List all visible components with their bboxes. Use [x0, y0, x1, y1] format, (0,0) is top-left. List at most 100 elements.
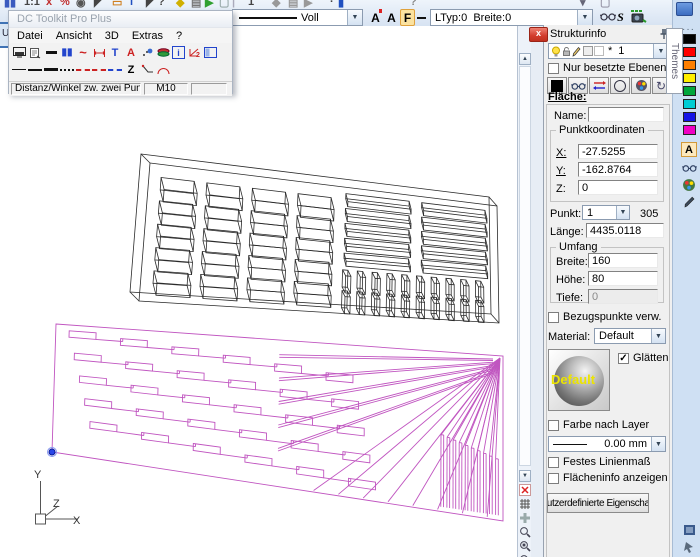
farbe-nach-layer-checkbox[interactable] [548, 420, 559, 431]
dimension-icon[interactable] [92, 46, 106, 60]
linestyle-thick-icon[interactable] [44, 68, 58, 71]
strip-extra-button-1[interactable] [681, 522, 697, 537]
workspace-icon[interactable] [676, 2, 693, 16]
line-icon[interactable] [417, 17, 426, 19]
view-dropdown-button[interactable]: ▼ [519, 470, 531, 482]
canvas-scrollbar[interactable]: ▲ ▼ [517, 26, 531, 557]
swap-direction-button[interactable] [589, 77, 609, 94]
material-sphere-label: Default [551, 372, 595, 387]
font-bigger-button[interactable]: A [368, 9, 383, 26]
clipped-icon: · [330, 0, 334, 8]
chevron-down-icon[interactable]: ▼ [616, 206, 629, 219]
page-icon[interactable] [28, 46, 42, 60]
parallel-lines-icon[interactable]: ▮▮ [60, 46, 74, 60]
palette-swatch[interactable] [683, 47, 696, 57]
arc-icon[interactable] [156, 63, 170, 77]
palette-swatch[interactable] [683, 73, 696, 83]
palette-swatch[interactable] [683, 112, 696, 122]
layers-disc-icon[interactable] [156, 46, 170, 60]
delete-view-icon[interactable] [519, 484, 531, 499]
scroll-up-button[interactable]: ▲ [519, 53, 531, 65]
window-title[interactable]: DC Toolkit Pro Plus [9, 11, 232, 28]
palette-swatch[interactable] [683, 125, 696, 135]
z-order-icon[interactable]: Z [124, 63, 138, 77]
name-input[interactable] [588, 107, 664, 122]
custom-properties-button[interactable]: enutzerdefinierte Eigenschafte [547, 493, 649, 513]
glaetten-checkbox[interactable]: ✓ [618, 353, 629, 364]
info-icon[interactable]: i [172, 46, 185, 59]
color-sphere-button[interactable] [631, 77, 651, 94]
pencil-icon [572, 46, 581, 57]
chevron-down-icon[interactable]: ▼ [347, 10, 362, 25]
only-occupied-checkbox[interactable] [548, 63, 559, 74]
scrollbar-track[interactable] [519, 66, 531, 466]
y-input[interactable]: -162.8764 [578, 162, 658, 177]
annotation-tool-icon[interactable]: A [124, 46, 138, 60]
menu-help[interactable]: ? [176, 30, 182, 42]
palette-swatch[interactable] [683, 86, 696, 96]
menu-3d[interactable]: 3D [105, 30, 119, 42]
measure-icon[interactable]: 2 [187, 46, 201, 60]
chevron-down-icon[interactable]: ▼ [651, 437, 665, 451]
zoom-extents-icon[interactable] [519, 540, 531, 555]
palette-swatch[interactable] [683, 60, 696, 70]
linestyle-medium-icon[interactable] [28, 69, 42, 71]
angle-icon[interactable] [140, 63, 154, 77]
palette-swatch[interactable] [683, 99, 696, 109]
menu-ansicht[interactable]: Ansicht [56, 30, 92, 42]
close-button[interactable]: x [529, 27, 548, 42]
umfang-legend: Umfang [556, 241, 601, 253]
font-smaller-button[interactable]: A [384, 9, 399, 26]
laenge-input[interactable]: 4435.0118 [586, 223, 664, 238]
menu-extras[interactable]: Extras [132, 30, 163, 42]
strip-extra-button-2[interactable] [681, 539, 697, 554]
clipped-toolbar-row: ▮▮1:1x%◉◤▭i◤?◆▤▶▢|1◆▤▶·▮?▾▢ [0, 0, 670, 9]
chevron-down-icon[interactable]: ▼ [651, 329, 665, 343]
thick-line-icon[interactable] [44, 46, 58, 60]
festes-linienmass-checkbox[interactable] [548, 457, 559, 468]
strip-palette-button[interactable] [681, 177, 697, 192]
linewidth-combo[interactable]: 0.00 mm ▼ [548, 436, 666, 452]
spline-icon[interactable]: ~ [76, 46, 90, 60]
screen-icon[interactable] [12, 46, 26, 60]
material-preview[interactable]: Default [548, 349, 610, 411]
festes-linienmass-label: Festes Linienmaß [563, 456, 650, 468]
linestyle-red-dashdot-icon[interactable] [92, 69, 106, 71]
pan-icon[interactable] [519, 512, 531, 527]
linestyle-blue-dashed-icon[interactable] [108, 69, 122, 71]
material-combo[interactable]: Default ▼ [594, 328, 666, 344]
panel-layout-icon[interactable] [203, 46, 217, 60]
linestyle-dotted-icon[interactable] [60, 69, 74, 71]
themes-tab[interactable]: Themes [666, 28, 683, 94]
punkt-combo[interactable]: 1 ▼ [582, 205, 630, 220]
dc-toolkit-window[interactable]: DC Toolkit Pro Plus Datei Ansicht 3D Ext… [8, 10, 233, 94]
hoehe-input[interactable]: 80 [588, 271, 658, 286]
ltyp-combo[interactable]: LTyp:0 Breite:0 ▼ [430, 9, 593, 26]
z-input[interactable]: 0 [578, 180, 658, 195]
chevron-down-icon[interactable]: ▼ [577, 10, 592, 25]
breite-input[interactable]: 160 [588, 253, 658, 268]
linestyle-red-dashed-icon[interactable] [76, 69, 90, 71]
zoom-window-icon[interactable] [519, 526, 531, 541]
layer-combo[interactable]: * 1 ▼ [548, 43, 669, 59]
grid-icon[interactable] [519, 498, 531, 513]
flaecheninfo-checkbox[interactable] [548, 473, 559, 484]
palette-swatch[interactable] [683, 34, 696, 44]
bezugspunkte-checkbox[interactable] [548, 312, 559, 323]
strip-glasses-button[interactable] [681, 160, 697, 175]
text-attribute-button[interactable]: A [681, 142, 697, 157]
strip-pen-button[interactable] [681, 195, 697, 210]
line-style-combo[interactable]: Voll ▼ [232, 9, 363, 26]
x-input[interactable]: -27.5255 [578, 144, 658, 159]
circle-tool-button[interactable] [610, 77, 630, 94]
menu-datei[interactable]: Datei [17, 30, 43, 42]
svg-text:2: 2 [196, 52, 200, 58]
fill-toggle-button[interactable]: F [400, 9, 415, 26]
tool-icon-area: ▮▮ ~ T A i 2 Z [9, 43, 232, 81]
close-icon: x [536, 28, 541, 38]
linestyle-thin-icon[interactable] [12, 69, 26, 70]
s-tool-button[interactable]: S [613, 9, 628, 26]
points-icon[interactable] [140, 46, 154, 60]
drawing-canvas[interactable]: Y Z X [0, 26, 517, 557]
text-tool-icon[interactable]: T [108, 46, 122, 60]
